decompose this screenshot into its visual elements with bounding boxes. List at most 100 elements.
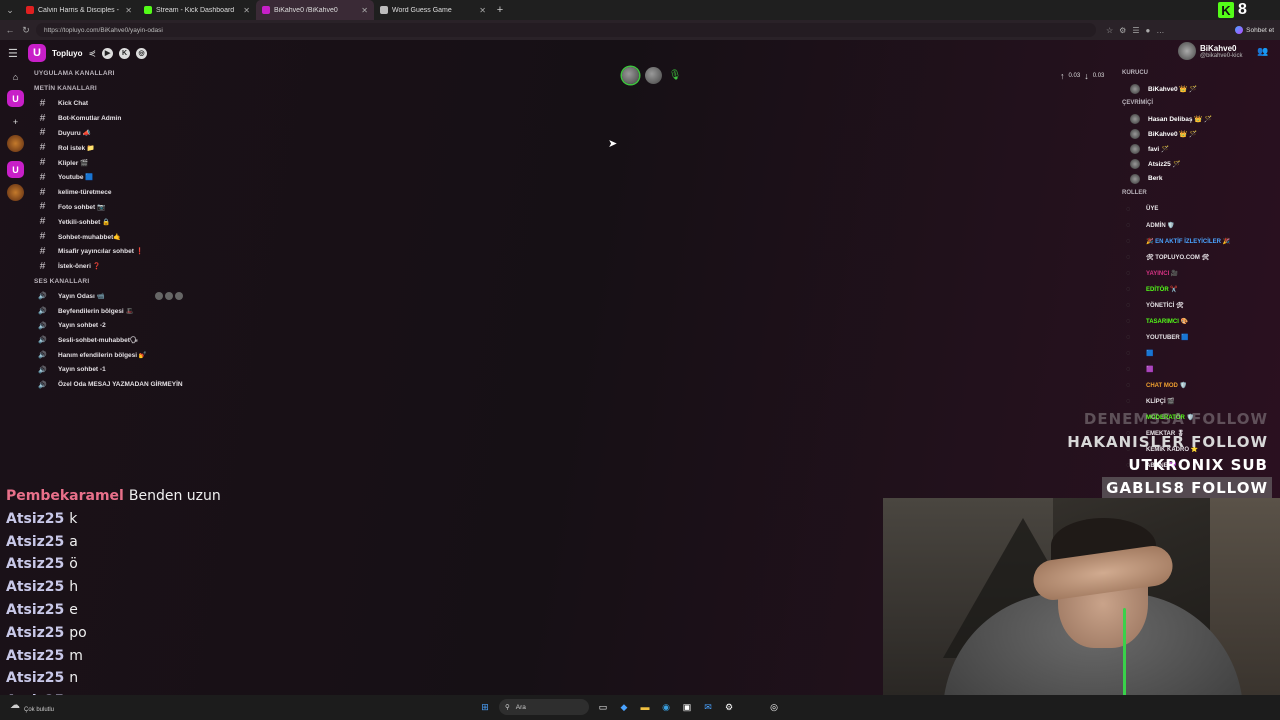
role-toggle-icon[interactable]: ◌ xyxy=(1126,350,1146,357)
file-explorer-icon[interactable]: ▬ xyxy=(638,700,652,714)
refresh-icon[interactable]: ↻ xyxy=(20,23,32,37)
text-channel-item[interactable]: # Rol istek 📁 xyxy=(30,140,230,155)
user-card[interactable]: BiKahve0 @bikahve0-kick xyxy=(1178,42,1242,60)
taskbar-search[interactable]: ⚲ Ara xyxy=(499,699,589,715)
avatar[interactable] xyxy=(154,291,163,300)
browser-tab[interactable]: Word Guess Game ✕ xyxy=(374,0,492,20)
role-toggle-icon[interactable]: ◌ xyxy=(1126,286,1146,293)
text-channel-item[interactable]: # Foto sohbet 📷 xyxy=(30,200,230,215)
text-channel-item[interactable]: # Yetkili-sohbet 🔒 xyxy=(30,214,230,229)
role-toggle-icon[interactable]: ◌ xyxy=(1126,222,1146,229)
role-item[interactable]: ◌ KLİPÇİ 🎬 xyxy=(1118,393,1280,409)
store-icon[interactable]: ▣ xyxy=(680,700,694,714)
extensions-icon[interactable]: ⚙ xyxy=(1119,26,1126,35)
avatar[interactable] xyxy=(645,67,662,84)
avatar[interactable] xyxy=(622,67,639,84)
add-server-icon[interactable]: + xyxy=(7,113,24,130)
role-toggle-icon[interactable]: ◌ xyxy=(1126,270,1146,277)
role-toggle-icon[interactable]: ◌ xyxy=(1126,382,1146,389)
obs-icon[interactable]: ◎ xyxy=(767,700,781,714)
text-channel-item[interactable]: # Bot-Komutlar Admin xyxy=(30,111,230,126)
role-item[interactable]: ◌ 🎉 EN AKTİF İZLEYİCİLER 🎉 xyxy=(1118,233,1280,249)
microphone-icon[interactable]: 🎙 xyxy=(668,70,682,81)
member-item[interactable]: Berk xyxy=(1118,171,1280,186)
voice-channel-item[interactable]: 🔊 Yayın sohbet -2 xyxy=(30,318,230,333)
mail-icon[interactable]: ✉ xyxy=(701,700,715,714)
topluyo-logo-icon[interactable]: U xyxy=(28,44,46,62)
profile-icon[interactable]: ● xyxy=(1146,26,1151,35)
role-toggle-icon[interactable]: ◌ xyxy=(1126,238,1146,245)
youtube-icon[interactable]: ▶ xyxy=(102,47,114,59)
text-channel-item[interactable]: # Misafir yayıncılar sohbet ❗ xyxy=(30,244,230,259)
edge-icon[interactable]: ◉ xyxy=(659,700,673,714)
kick-icon[interactable]: K xyxy=(119,47,131,59)
role-toggle-icon[interactable]: ◌ xyxy=(1126,318,1146,325)
tab-list-chevron-icon[interactable]: ⌄ xyxy=(0,0,20,20)
favorite-star-icon[interactable]: ☆ xyxy=(1106,26,1113,35)
menu-icon[interactable]: ☰ xyxy=(8,47,22,60)
close-icon[interactable]: ✕ xyxy=(243,6,250,15)
home-icon[interactable]: ⌂ xyxy=(7,68,24,85)
role-toggle-icon[interactable]: ◌ xyxy=(1126,206,1146,213)
favorites-icon[interactable]: ☰ xyxy=(1132,26,1139,35)
back-icon[interactable]: ← xyxy=(4,23,16,37)
weather-widget[interactable]: ☁ Çok bulutlu xyxy=(10,697,54,714)
new-tab-button[interactable]: + xyxy=(492,0,508,20)
role-item[interactable]: ◌ ÜYE xyxy=(1118,201,1280,217)
copilot-taskbar-icon[interactable]: ◆ xyxy=(617,700,631,714)
text-channel-item[interactable]: # Duyuru 📣 xyxy=(30,126,230,141)
voice-channel-item[interactable]: 🔊 Yayın Odası 📹 xyxy=(30,289,230,304)
members-icon[interactable]: 👥 xyxy=(1257,46,1268,57)
server-name[interactable]: Topluyo xyxy=(52,49,83,58)
member-item[interactable]: BiKahve0 👑 🪄 xyxy=(1118,81,1280,96)
arrow-up-icon[interactable]: ↑ xyxy=(1060,71,1065,81)
voice-channel-item[interactable]: 🔊 Yayın sohbet -1 xyxy=(30,363,230,378)
settings-icon[interactable]: ⚙ xyxy=(722,700,736,714)
server-avatar-icon[interactable] xyxy=(7,135,24,152)
close-icon[interactable]: ✕ xyxy=(479,6,486,15)
windows-start-icon[interactable]: ⊞ xyxy=(478,700,492,714)
voice-channel-item[interactable]: 🔊 Özel Oda MESAJ YAZMADAN GİRMEYİN xyxy=(30,377,230,392)
server-avatar-icon[interactable] xyxy=(7,184,24,201)
role-item[interactable]: ◌ TASARIMCI 🎨 xyxy=(1118,313,1280,329)
role-item[interactable]: ◌ CHAT MOD 🛡️ xyxy=(1118,377,1280,393)
text-channel-item[interactable]: # İstek-öneri ❓ xyxy=(30,259,230,274)
role-item[interactable]: ◌ YAYINCI 🎥 xyxy=(1118,265,1280,281)
browser-tab[interactable]: Stream - Kick Dashboard ✕ xyxy=(138,0,256,20)
server-bikahve-icon[interactable]: U xyxy=(7,90,24,107)
text-channel-item[interactable]: # kelime-türetmece xyxy=(30,185,230,200)
role-toggle-icon[interactable]: ◌ xyxy=(1126,398,1146,405)
instagram-icon[interactable]: ◎ xyxy=(136,47,148,59)
role-toggle-icon[interactable]: ◌ xyxy=(1126,366,1146,373)
browser-tab[interactable]: Calvin Harris & Disciples - Ho ✕ xyxy=(20,0,138,20)
url-field[interactable]: https://topluyo.com/BiKahve0/yayin-odasi xyxy=(36,23,1096,37)
copilot-chat-button[interactable]: Sohbet et xyxy=(1235,26,1274,34)
avatar[interactable] xyxy=(174,291,183,300)
server-topluyo-icon[interactable]: U xyxy=(7,161,24,178)
role-item[interactable]: ◌ ADMİN 🛡️ xyxy=(1118,217,1280,233)
voice-channel-item[interactable]: 🔊 Beyfendilerin bölgesi 🎩 xyxy=(30,303,230,318)
role-item[interactable]: ◌ 🛠 TOPLUYO.COM 🛠 xyxy=(1118,249,1280,265)
close-icon[interactable]: ✕ xyxy=(361,6,368,15)
role-toggle-icon[interactable]: ◌ xyxy=(1126,254,1146,261)
member-item[interactable]: Hasan Delibaş 👑 🪄 xyxy=(1118,111,1280,126)
voice-channel-item[interactable]: 🔊 Sesli-sohbet-muhabbet🗣 xyxy=(30,333,230,348)
arrow-down-icon[interactable]: ↓ xyxy=(1084,71,1089,81)
avatar[interactable] xyxy=(164,291,173,300)
share-icon[interactable]: ⋞ xyxy=(89,48,97,59)
task-view-icon[interactable]: ▭ xyxy=(596,700,610,714)
role-item[interactable]: ◌ 🟪 xyxy=(1118,361,1280,377)
role-item[interactable]: ◌ 🟦 xyxy=(1118,345,1280,361)
browser-tab[interactable]: BiKahve0 /BiKahve0 ✕ xyxy=(256,0,374,20)
text-channel-item[interactable]: # Kick Chat xyxy=(30,96,230,111)
role-item[interactable]: ◌ EDİTÖR ✂️ xyxy=(1118,281,1280,297)
member-item[interactable]: BiKahve0 👑 🪄 xyxy=(1118,126,1280,141)
text-channel-item[interactable]: # Youtube 🟦 xyxy=(30,170,230,185)
text-channel-item[interactable]: # Klipler 🎬 xyxy=(30,155,230,170)
role-item[interactable]: ◌ YOUTUBER 🟦 xyxy=(1118,329,1280,345)
role-toggle-icon[interactable]: ◌ xyxy=(1126,302,1146,309)
voice-channel-item[interactable]: 🔊 Hanım efendilerin bölgesi 💅 xyxy=(30,348,230,363)
role-toggle-icon[interactable]: ◌ xyxy=(1126,334,1146,341)
role-item[interactable]: ◌ YÖNETİCİ 🛠 xyxy=(1118,297,1280,313)
more-icon[interactable]: … xyxy=(1156,26,1164,35)
